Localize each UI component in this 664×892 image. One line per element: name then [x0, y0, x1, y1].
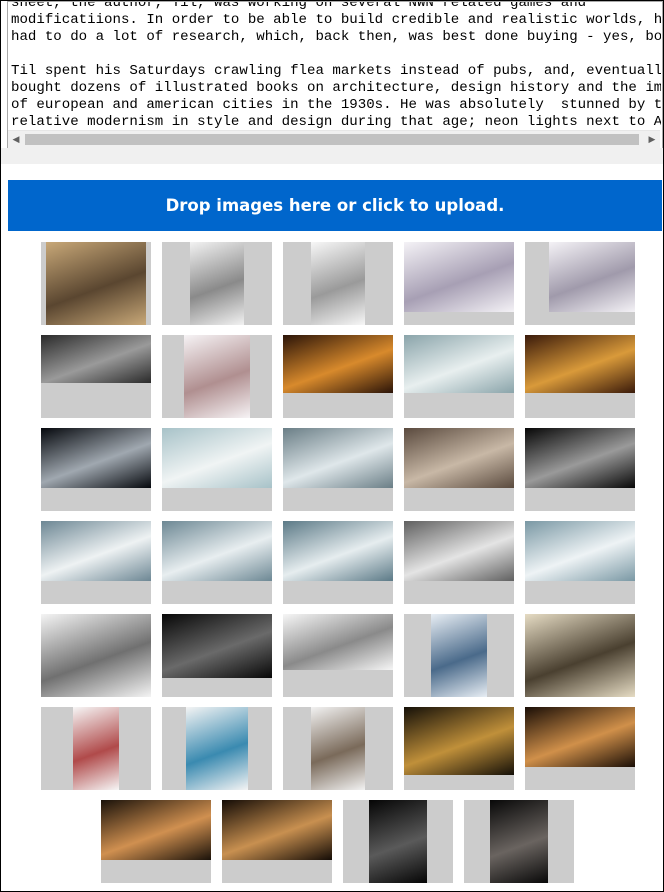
text-line: [11, 46, 661, 63]
old-town-night-2-image: [525, 707, 635, 767]
magazine-page-2-image: [73, 707, 119, 790]
woman-portrait-sketch-image: [404, 242, 514, 312]
old-man-portrait-sketch-image: [549, 242, 635, 312]
ornate-hall-image: [525, 335, 635, 393]
text-line: modificatiions. In order to be able to b…: [11, 12, 661, 28]
snowy-peaks-4-image: [404, 521, 514, 581]
magazine-page-1-image: [431, 614, 487, 697]
man-portrait-sketch-image: [311, 242, 365, 325]
mountain-aerial-image: [404, 335, 514, 393]
gallery-thumbnail[interactable]: [283, 707, 393, 790]
gallery-thumbnail[interactable]: [283, 428, 393, 511]
gallery-thumbnail[interactable]: [525, 614, 635, 697]
canal-city-night-image: [101, 800, 211, 860]
gallery-thumbnail[interactable]: [283, 335, 393, 418]
streamlined-train-image: [41, 335, 151, 383]
gallery-thumbnail[interactable]: [283, 242, 393, 325]
gallery-thumbnail[interactable]: [162, 614, 272, 697]
car-design-sketches-image: [283, 614, 393, 670]
gallery-thumbnail[interactable]: [404, 707, 514, 790]
gallery-thumbnail[interactable]: [404, 614, 514, 697]
zeitgeist-bridge-image: [222, 800, 332, 860]
gallery-thumbnail[interactable]: [101, 800, 211, 883]
text-line: Til spent his Saturdays crawling flea ma…: [11, 63, 661, 79]
horizontal-scrollbar[interactable]: ◀ ▶: [8, 130, 660, 148]
gallery-thumbnail[interactable]: [404, 335, 514, 418]
text-line: sheet, the author, Til, was working on s…: [11, 1, 587, 11]
old-town-night-1-image: [404, 707, 514, 775]
gallery-thumbnail[interactable]: [162, 242, 272, 325]
gallery-thumbnail[interactable]: [525, 428, 635, 511]
gallery-thumbnail[interactable]: [404, 242, 514, 325]
triangle-right-icon[interactable]: ▶: [644, 131, 660, 148]
snowy-peaks-1-image: [41, 521, 151, 581]
gallery-thumbnail[interactable]: [162, 521, 272, 604]
text-line: of european and american cities in the 1…: [11, 97, 661, 113]
text-line: relative modernism in style and design d…: [11, 114, 661, 130]
gallery-thumbnail[interactable]: [162, 335, 272, 418]
description-text: sheet, the author, Til, was working on s…: [11, 1, 661, 131]
hooded-girl-sketch-image: [184, 335, 250, 418]
gallery-thumbnail[interactable]: [525, 707, 635, 790]
gallery-thumbnail[interactable]: [283, 614, 393, 697]
zeitgeist-poster-2-image: [490, 800, 548, 883]
ship-in-fog-image: [525, 428, 635, 488]
gallery-thumbnail[interactable]: [41, 335, 151, 418]
gallery-thumbnail[interactable]: [404, 428, 514, 511]
text-line: had to do a lot of research, which, back…: [11, 29, 661, 45]
description-textarea[interactable]: sheet, the author, Til, was working on s…: [7, 1, 663, 149]
gallery-thumbnail[interactable]: [162, 707, 272, 790]
gallery-thumbnail[interactable]: [283, 521, 393, 604]
gallery-thumbnail[interactable]: [404, 521, 514, 604]
gallery-thumbnail[interactable]: [41, 614, 151, 697]
upload-dropzone[interactable]: Drop images here or click to upload.: [8, 180, 662, 231]
gallery-thumbnail[interactable]: [41, 428, 151, 511]
car-at-night-image: [162, 614, 272, 678]
newspaper-page-image: [525, 614, 635, 697]
gallery-thumbnail[interactable]: [525, 335, 635, 418]
zeppelin-clouds-image: [283, 428, 393, 488]
gallery-thumbnail[interactable]: [222, 800, 332, 883]
mask-sketch-image: [190, 242, 244, 325]
glacier-valley-image: [525, 521, 635, 581]
gallery-thumbnail[interactable]: [464, 800, 574, 883]
city-skyline-night-image: [41, 428, 151, 488]
candlelit-room-image: [283, 335, 393, 393]
triangle-left-icon[interactable]: ◀: [8, 131, 24, 148]
gallery-thumbnail[interactable]: [41, 707, 151, 790]
zeppelin-over-mountains-image: [162, 428, 272, 488]
gallery-thumbnail[interactable]: [343, 800, 453, 883]
manuscript-page-image: [46, 242, 146, 325]
airship-interior-image: [404, 428, 514, 488]
snowy-peaks-3-image: [283, 521, 393, 581]
zeitgeist-poster-1-image: [369, 800, 427, 883]
snowy-peaks-2-image: [162, 521, 272, 581]
magazine-page-4-image: [311, 707, 365, 790]
app-frame: sheet, the author, Til, was working on s…: [0, 0, 664, 892]
gallery-thumbnail[interactable]: [41, 242, 151, 325]
textarea-footer-bar: [1, 148, 663, 164]
gallery-thumbnail[interactable]: [41, 521, 151, 604]
gallery-thumbnail[interactable]: [525, 521, 635, 604]
running-men-sketch-image: [41, 614, 151, 697]
gallery-thumbnail[interactable]: [525, 242, 635, 325]
text-line: bought dozens of illustrated books on ar…: [11, 80, 661, 96]
gallery-thumbnail[interactable]: [162, 428, 272, 511]
scrollbar-thumb[interactable]: [25, 134, 639, 145]
magazine-page-3-image: [186, 707, 248, 790]
